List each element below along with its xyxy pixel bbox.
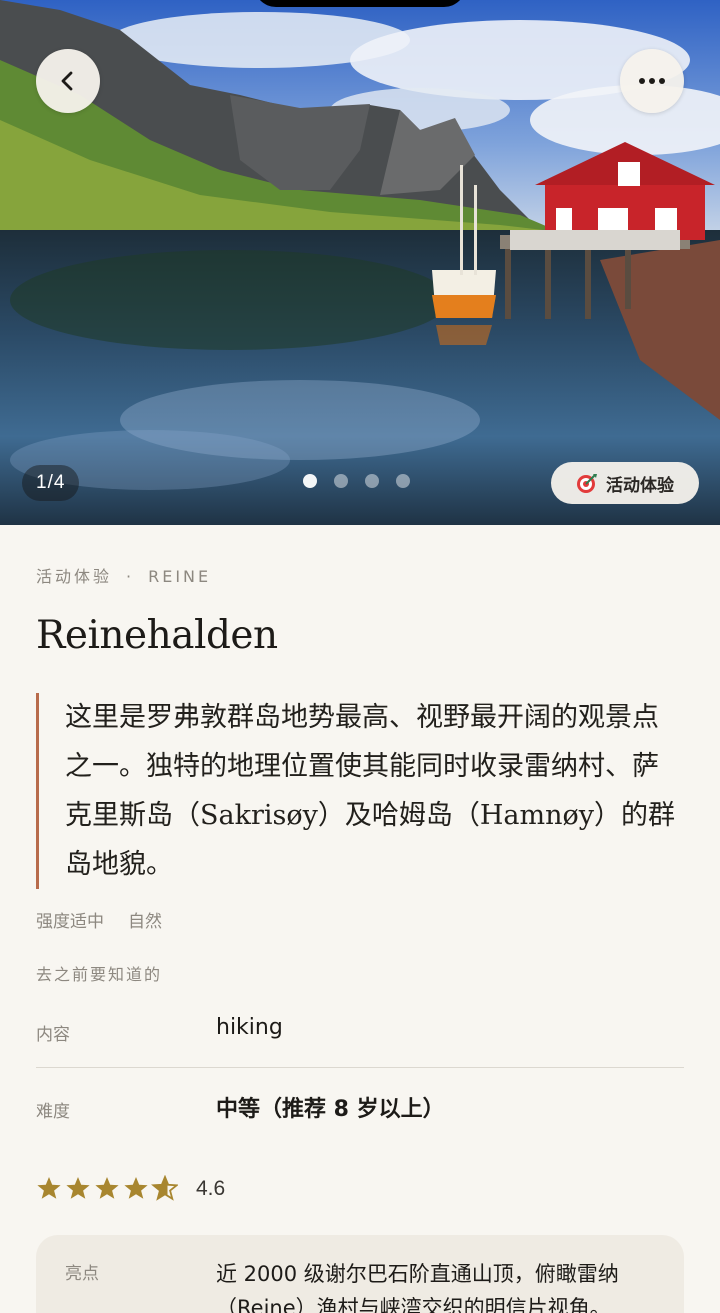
page-title: Reinehalden: [36, 613, 278, 658]
star-icon: [66, 1177, 90, 1199]
meta-tags: 强度适中 自然: [36, 907, 162, 932]
breadcrumb-separator: ·: [126, 567, 135, 586]
description-quote: 这里是罗弗敦群岛地势最高、视野最开阔的观景点之一。独特的地理位置使其能同时收录雷…: [36, 693, 684, 889]
info-value: 中等（推荐 8 岁以上）: [216, 1097, 445, 1122]
category-label: 活动体验: [36, 567, 113, 586]
more-horizontal-icon: [639, 78, 665, 84]
star-icon: [124, 1177, 148, 1199]
fjord-photo: [0, 0, 720, 525]
category-tag[interactable]: 活动体验: [551, 462, 699, 504]
status-notch: [254, 0, 466, 7]
location-label: REINE: [148, 567, 212, 586]
rating: 4.6: [36, 1175, 225, 1203]
more-button[interactable]: [620, 49, 684, 113]
chevron-left-icon: [61, 71, 73, 91]
star-icon: [37, 1177, 61, 1199]
rating-value: 4.6: [196, 1177, 226, 1200]
star-icon: [95, 1177, 119, 1199]
highlight-card: 亮点 近 2000 级谢尔巴石阶直通山顶，俯瞰雷纳（Reine）渔村与峡湾交织的…: [36, 1235, 684, 1313]
hero-image[interactable]: 1/4 活动体验: [0, 0, 720, 525]
detail-content: 活动体验 · REINE Reinehalden 这里是罗弗敦群岛地势最高、视野最开…: [0, 525, 720, 1313]
section-heading: 去之前要知道的: [36, 965, 163, 984]
intensity-tag: 强度适中: [36, 912, 104, 932]
type-tag: 自然: [128, 912, 162, 932]
pagination-dots[interactable]: [303, 474, 410, 488]
image-counter: 1/4: [22, 465, 80, 501]
info-value: hiking: [216, 1015, 283, 1040]
pagination-dot-1[interactable]: [303, 474, 317, 488]
breadcrumb: 活动体验 · REINE: [36, 563, 211, 587]
star-half-icon: [151, 1175, 178, 1201]
info-label: 难度: [36, 1102, 70, 1122]
back-button[interactable]: [36, 49, 100, 113]
target-icon: [577, 474, 597, 493]
pagination-dot-2[interactable]: [334, 474, 348, 488]
highlight-text: 近 2000 级谢尔巴石阶直通山顶，俯瞰雷纳（Reine）渔村与峡湾交织的明信片…: [216, 1262, 619, 1313]
pagination-dot-3[interactable]: [365, 474, 379, 488]
star-rating: [37, 1175, 178, 1201]
info-label: 内容: [36, 1025, 70, 1045]
pagination-dot-4[interactable]: [396, 474, 410, 488]
highlight-label: 亮点: [65, 1264, 99, 1284]
info-row-content: 内容 hiking: [36, 1013, 684, 1068]
category-tag-label: 活动体验: [606, 475, 674, 495]
